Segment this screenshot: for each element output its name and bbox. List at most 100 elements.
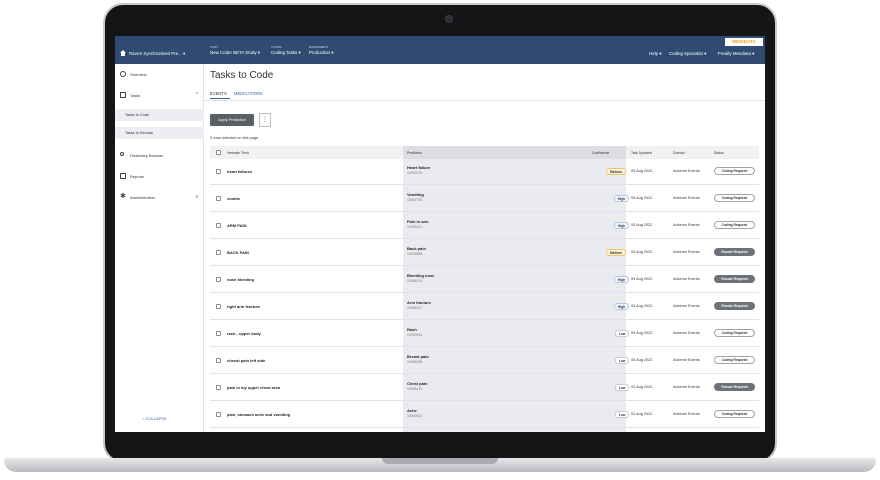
- camera-icon: [445, 15, 453, 23]
- sidebar-item-dictionary-browser[interactable]: Dictionary Browser: [115, 148, 204, 162]
- more-options-icon[interactable]: ⋮: [259, 113, 271, 127]
- sidebar-item-reports[interactable]: Reports: [115, 169, 204, 183]
- tab-medications[interactable]: MEDICATIONS: [234, 91, 263, 96]
- confidence-badge: Low: [615, 357, 630, 364]
- app-switcher[interactable]: RaveX Synchronized Pre... ▾: [129, 51, 185, 57]
- row-checkbox[interactable]: [216, 169, 221, 174]
- prediction-term: Rash: [407, 327, 417, 332]
- environment-selector[interactable]: ENVIRONMENTS Production ▾: [309, 46, 333, 56]
- task-updated-date: 05 Aug 2022: [631, 304, 653, 308]
- sidebar-item-tasks-to-code[interactable]: Tasks to Code: [115, 109, 204, 121]
- home-icon[interactable]: [120, 50, 126, 56]
- verbatim-term[interactable]: ARM PAIN: [227, 223, 246, 228]
- header-verbatim-term[interactable]: Verbatim Term: [227, 151, 249, 155]
- prediction-term: Vomiting: [407, 192, 424, 197]
- verbatim-term[interactable]: pain in my upper chest area: [227, 385, 280, 390]
- role-menu[interactable]: Coding Specialist ▾: [669, 51, 706, 57]
- environments-value: Production ▾: [309, 50, 334, 55]
- verbatim-term[interactable]: heart failures: [227, 169, 252, 174]
- select-all-checkbox[interactable]: [216, 150, 221, 155]
- actions-selector[interactable]: ACTIONS Coding Tasks ▾: [271, 46, 301, 56]
- prediction-code: 10000424: [407, 414, 423, 418]
- header-prediction[interactable]: Prediction: [407, 151, 422, 155]
- task-updated-date: 05 Aug 2022: [631, 169, 653, 173]
- sidebar: Overview Tasks ^ Tasks to Code Tasks to …: [115, 64, 204, 432]
- sidebar-item-label: Administration: [130, 195, 156, 200]
- verbatim-term[interactable]: chesst pain left side: [227, 358, 265, 363]
- task-updated-date: 02 Aug 2022: [631, 385, 653, 389]
- confidence-badge: High: [614, 195, 630, 202]
- status-badge: Recode Required: [714, 302, 755, 310]
- chevron-down-icon: v: [195, 194, 199, 200]
- row-checkbox[interactable]: [216, 358, 221, 363]
- sidebar-item-tasks[interactable]: Tasks ^: [115, 88, 204, 102]
- row-checkbox[interactable]: [216, 223, 221, 228]
- sidebar-item-tasks-to-recode[interactable]: Tasks to Recode: [115, 127, 204, 139]
- sidebar-item-administration[interactable]: ✱ Administration v: [115, 190, 204, 204]
- tab-events[interactable]: EVENTS: [210, 91, 227, 96]
- prediction-term: Heart failure: [407, 165, 431, 170]
- user-menu[interactable]: Freddy Mendieta ▾: [718, 51, 754, 57]
- prediction-term: Chest pain: [407, 381, 428, 386]
- table-row[interactable]: heart failures Heart failure 10019279 Mediu…: [210, 159, 759, 185]
- sidebar-item-label: Tasks to Code: [125, 113, 150, 117]
- domain-value: Adverse Events: [673, 277, 700, 281]
- table-row[interactable]: vomits Vomiting 10047700 High 05 Aug 2022 Adv…: [210, 186, 759, 212]
- domain-value: Adverse Events: [673, 331, 700, 335]
- table-row[interactable]: BACK PAIN Back pain 10003988 Medium 05 Aug 2…: [210, 240, 759, 266]
- verbatim-term[interactable]: vomits: [227, 196, 240, 201]
- sidebar-item-label: Tasks: [130, 93, 141, 98]
- help-menu[interactable]: Help ▾: [649, 51, 661, 57]
- study-selector[interactable]: STUDY New Coder BETA Study ▾: [210, 46, 260, 56]
- row-checkbox[interactable]: [216, 385, 221, 390]
- page-title: Tasks to Code: [210, 70, 274, 81]
- actions-label: ACTIONS: [271, 46, 282, 49]
- row-checkbox[interactable]: [216, 331, 221, 336]
- table-row[interactable]: chesst pain left side Breast pain 10006298…: [210, 348, 759, 374]
- prediction-term: Back pain: [407, 246, 426, 251]
- table-row[interactable]: pain, stomach ache and vomiting Ache 10000…: [210, 402, 759, 428]
- table-row[interactable]: ARM PAIN Pain in arm 10033421 High 05 Aug 20…: [210, 213, 759, 239]
- verbatim-term[interactable]: pain, stomach ache and vomiting: [227, 412, 290, 417]
- row-checkbox[interactable]: [216, 277, 221, 282]
- collapse-sidebar-button[interactable]: ‹ COLLAPSE: [143, 416, 167, 421]
- laptop-mockup: RaveX Synchronized Pre... ▾ STUDY New Co…: [0, 0, 880, 480]
- row-checkbox[interactable]: [216, 196, 221, 201]
- task-updated-date: 05 Aug 2022: [631, 358, 653, 362]
- prediction-term: Ache: [407, 408, 417, 413]
- header-status[interactable]: Status: [714, 151, 724, 155]
- verbatim-term[interactable]: right arm fracture: [227, 304, 260, 309]
- confidence-badge: High: [614, 276, 630, 283]
- task-updated-date: 05 Aug 2022: [631, 250, 653, 254]
- prediction-term: Breast pain: [407, 354, 429, 359]
- sidebar-item-overview[interactable]: Overview: [115, 67, 204, 81]
- laptop-notch: [382, 458, 498, 464]
- domain-value: Adverse Events: [673, 304, 700, 308]
- prediction-term: Arm fracture: [407, 300, 432, 305]
- gear-icon: ✱: [120, 193, 126, 200]
- status-badge: Coding Required: [714, 221, 755, 229]
- table-row[interactable]: right arm fracture Arm fracture 10049127 Hi…: [210, 294, 759, 320]
- header-domain[interactable]: Domain: [673, 151, 685, 155]
- row-checkbox[interactable]: [216, 304, 221, 309]
- prediction-code: 10047700: [407, 198, 423, 202]
- verbatim-term[interactable]: rash - upper body: [227, 331, 261, 336]
- status-badge: Recode Required: [714, 248, 755, 256]
- verbatim-term[interactable]: BACK PAIN: [227, 250, 249, 255]
- active-tab-indicator: [210, 98, 230, 99]
- status-badge: Recode Required: [714, 275, 755, 283]
- apply-prediction-button[interactable]: Apply Prediction: [210, 114, 254, 126]
- header-task-updated[interactable]: Task Updated: [631, 151, 652, 155]
- table-row[interactable]: rash - upper body Rash 10037844 Low 05 Aug 2…: [210, 321, 759, 347]
- verbatim-term[interactable]: nose bleeding: [227, 277, 254, 282]
- prediction-term: Pain in arm: [407, 219, 429, 224]
- prediction-code: 10008479: [407, 387, 423, 391]
- row-checkbox[interactable]: [216, 250, 221, 255]
- header-confidence[interactable]: Confidence: [592, 151, 609, 155]
- row-checkbox[interactable]: [216, 412, 221, 417]
- table-row[interactable]: pain in my upper chest area Chest pain 100…: [210, 375, 759, 401]
- study-label: STUDY: [210, 46, 219, 49]
- confidence-badge: Low: [615, 411, 630, 418]
- status-badge: Coding Required: [714, 194, 755, 202]
- table-row[interactable]: nose bleeding Bleeding nose 10005124 High 05…: [210, 267, 759, 293]
